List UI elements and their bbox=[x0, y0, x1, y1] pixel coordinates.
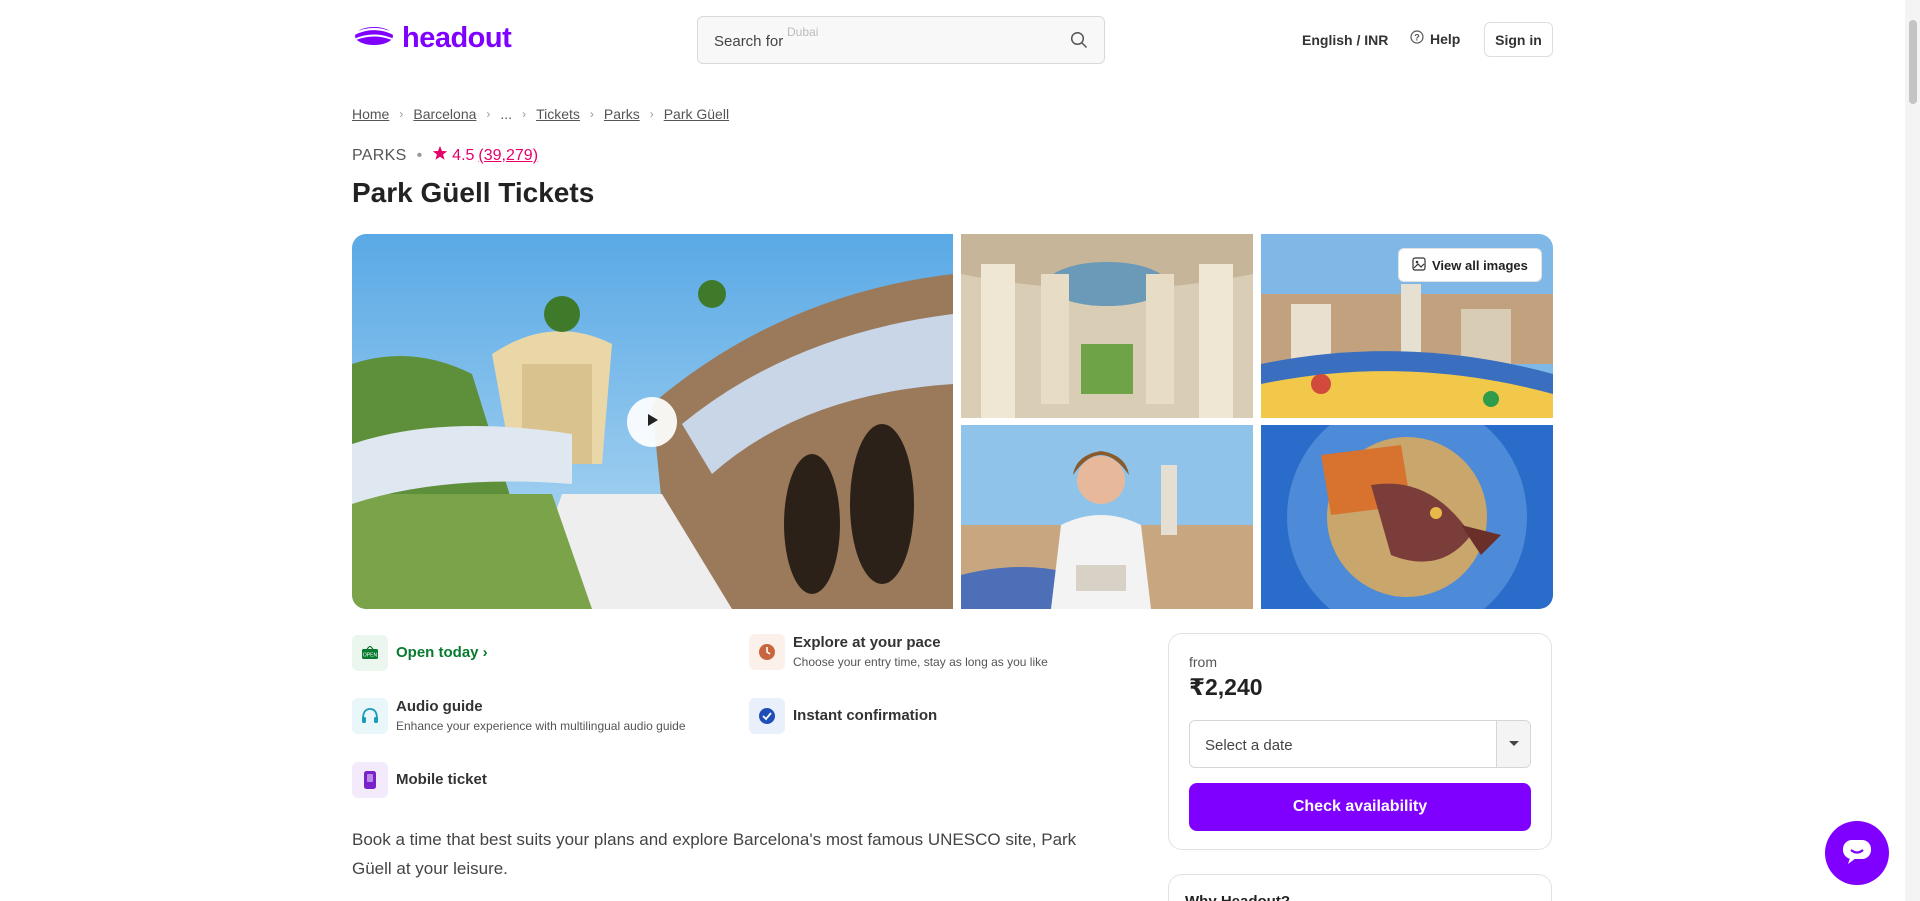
view-all-images-button[interactable]: View all images bbox=[1398, 248, 1542, 282]
rating-value: 4.5 bbox=[452, 146, 475, 164]
headout-logo[interactable]: headout bbox=[352, 22, 512, 55]
check-circle-icon bbox=[749, 698, 785, 734]
chevron-right-icon: › bbox=[522, 107, 527, 121]
open-sign-icon: OPEN bbox=[352, 635, 388, 671]
clock-icon bbox=[749, 634, 785, 670]
breadcrumb-tickets[interactable]: Tickets bbox=[536, 106, 580, 122]
chevron-right-icon: › bbox=[589, 107, 594, 121]
chevron-right-icon: › bbox=[399, 107, 404, 121]
view-all-label: View all images bbox=[1432, 257, 1528, 273]
separator-dot: • bbox=[416, 146, 423, 164]
chevron-right-icon: › bbox=[649, 107, 654, 121]
from-label: from bbox=[1189, 654, 1217, 670]
chevron-down-icon[interactable] bbox=[1496, 721, 1530, 767]
headphones-icon bbox=[352, 698, 388, 734]
rating-count[interactable]: (39,279) bbox=[478, 147, 538, 165]
play-icon bbox=[643, 411, 661, 434]
breadcrumb-home[interactable]: Home bbox=[352, 106, 389, 122]
chat-support-button[interactable] bbox=[1825, 821, 1889, 885]
breadcrumb-barcelona[interactable]: Barcelona bbox=[413, 106, 476, 122]
date-select[interactable]: Select a date bbox=[1189, 720, 1531, 768]
product-description: Book a time that best suits your plans a… bbox=[352, 830, 1077, 878]
gallery-image-columns[interactable] bbox=[961, 234, 1253, 418]
search-input[interactable]: Search for Dubai bbox=[697, 16, 1105, 64]
feature-title: Mobile ticket bbox=[396, 771, 487, 788]
feature-title: Audio guide bbox=[396, 698, 483, 715]
feature-mobile-ticket: Mobile ticket bbox=[352, 762, 487, 798]
open-today-label[interactable]: Open today › bbox=[396, 635, 488, 661]
page-scrollbar[interactable] bbox=[1905, 0, 1920, 901]
rating[interactable]: 4.5 (39,279) bbox=[432, 145, 538, 166]
top-header: headout Search for Dubai English / INR ?… bbox=[0, 0, 1920, 80]
why-headout-title: Why Headout? bbox=[1185, 893, 1290, 901]
gallery-image-visitor[interactable] bbox=[961, 425, 1253, 609]
feature-title: Instant confirmation bbox=[793, 707, 938, 724]
sign-in-button[interactable]: Sign in bbox=[1484, 22, 1553, 57]
star-icon bbox=[432, 145, 448, 166]
search-icon[interactable] bbox=[1070, 31, 1088, 54]
chevron-right-icon: › bbox=[486, 107, 491, 121]
breadcrumb: Home › Barcelona › ... › Tickets › Parks… bbox=[352, 106, 729, 122]
feature-subtitle: Enhance your experience with multilingua… bbox=[396, 719, 686, 733]
svg-text:?: ? bbox=[1414, 33, 1420, 43]
feature-open-today[interactable]: OPEN Open today › bbox=[352, 635, 488, 671]
search-label: Search for bbox=[714, 33, 784, 50]
feature-explore-at-your-pace: Explore at your pace Choose your entry t… bbox=[749, 634, 1048, 670]
check-availability-button[interactable]: Check availability bbox=[1189, 783, 1531, 831]
scrollbar-thumb[interactable] bbox=[1909, 20, 1917, 104]
search-hint: Dubai bbox=[787, 25, 819, 39]
price: ₹2,240 bbox=[1189, 674, 1263, 700]
gallery-image-dragon[interactable] bbox=[1261, 425, 1553, 609]
play-video-button[interactable] bbox=[627, 397, 677, 447]
mobile-ticket-icon bbox=[352, 762, 388, 798]
help-label: Help bbox=[1430, 30, 1461, 47]
feature-subtitle: Choose your entry time, stay as long as … bbox=[793, 655, 1048, 669]
feature-audio-guide: Audio guide Enhance your experience with… bbox=[352, 698, 686, 734]
chat-bubble-icon bbox=[1842, 839, 1872, 868]
booking-card: from ₹2,240 Select a date Check availabi… bbox=[1168, 633, 1552, 850]
feature-title: Explore at your pace bbox=[793, 634, 941, 651]
breadcrumb-parks[interactable]: Parks bbox=[604, 106, 640, 122]
blimp-logo-icon bbox=[352, 22, 396, 55]
main-gallery-image[interactable] bbox=[352, 234, 953, 609]
breadcrumb-ellipsis[interactable]: ... bbox=[500, 106, 512, 122]
product-meta: PARKS • 4.5 (39,279) bbox=[352, 145, 538, 166]
help-icon: ? bbox=[1410, 30, 1424, 47]
image-icon bbox=[1412, 256, 1426, 274]
help-link[interactable]: ? Help bbox=[1410, 30, 1460, 47]
svg-text:OPEN: OPEN bbox=[363, 653, 378, 659]
page-title: Park Güell Tickets bbox=[352, 177, 595, 208]
why-headout-card: Why Headout? bbox=[1168, 874, 1552, 901]
logo-text: headout bbox=[402, 22, 512, 54]
image-gallery bbox=[352, 234, 1553, 609]
date-placeholder: Select a date bbox=[1205, 737, 1293, 754]
feature-instant-confirmation: Instant confirmation bbox=[749, 698, 937, 734]
breadcrumb-park-guell[interactable]: Park Güell bbox=[664, 106, 729, 122]
category-label[interactable]: PARKS bbox=[352, 147, 407, 165]
language-currency-selector[interactable]: English / INR bbox=[1302, 32, 1388, 48]
